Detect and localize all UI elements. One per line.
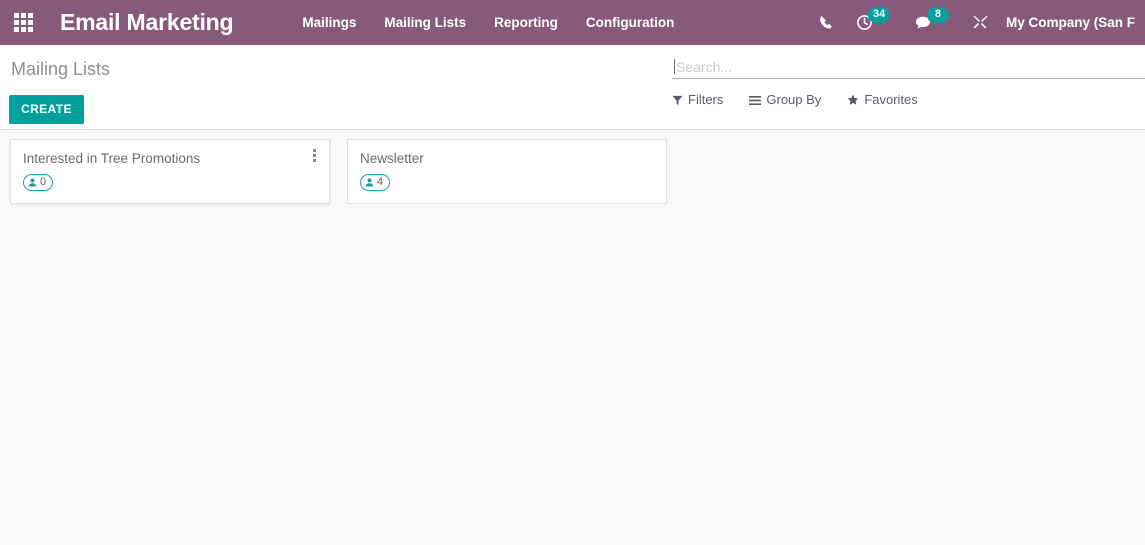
funnel-icon (672, 95, 683, 106)
search-area (672, 55, 1145, 79)
contact-count-badge[interactable]: 0 (23, 174, 54, 191)
main-menu: Mailings Mailing Lists Reporting Configu… (288, 0, 688, 45)
apps-launcher-button[interactable] (0, 0, 46, 45)
contact-count-value: 0 (40, 176, 47, 188)
app-brand-title: Email Marketing (60, 9, 234, 35)
menu-mailings[interactable]: Mailings (288, 0, 370, 45)
favorites-label: Favorites (864, 92, 918, 107)
kanban-view: Interested in Tree Promotions 0 Newslett… (0, 130, 1145, 545)
person-icon (365, 178, 374, 187)
text-cursor (674, 59, 675, 74)
phone-button[interactable] (808, 0, 845, 45)
menu-configuration[interactable]: Configuration (572, 0, 688, 45)
control-panel: Mailing Lists CREATE Filters Group By (0, 45, 1145, 130)
apps-grid-icon (13, 13, 33, 32)
crossed-tools-icon (973, 15, 988, 29)
person-icon (28, 178, 37, 187)
menu-mailing-lists[interactable]: Mailing Lists (370, 0, 480, 45)
favorites-button[interactable]: Favorites (847, 91, 918, 109)
create-button[interactable]: CREATE (9, 95, 84, 124)
kanban-column: Interested in Tree Promotions 0 Newslett… (0, 139, 1145, 204)
star-icon (847, 94, 859, 106)
menu-reporting[interactable]: Reporting (480, 0, 572, 45)
group-by-label: Group By (766, 92, 822, 107)
activities-count-badge: 34 (867, 7, 891, 23)
filters-button[interactable]: Filters (672, 91, 723, 109)
debug-tools-button[interactable] (961, 0, 1000, 45)
top-navbar: Email Marketing Mailings Mailing Lists R… (0, 0, 1145, 45)
card-title: Interested in Tree Promotions (23, 151, 201, 166)
kanban-card-mailing-list[interactable]: Interested in Tree Promotions 0 (10, 139, 330, 204)
phone-icon (820, 16, 832, 29)
contact-count-value: 4 (377, 176, 384, 188)
card-options-menu-button[interactable] (307, 145, 321, 165)
company-switcher[interactable]: My Company (San F (1000, 0, 1145, 45)
search-options-bar: Filters Group By Favorites (672, 91, 944, 109)
messages-button[interactable]: 8 (904, 0, 949, 45)
kanban-card-mailing-list[interactable]: Newsletter 4 (347, 139, 667, 204)
filters-label: Filters (688, 92, 724, 107)
breadcrumb: Mailing Lists (11, 59, 111, 79)
search-input[interactable] (672, 56, 1145, 77)
group-by-button[interactable]: Group By (749, 91, 821, 109)
activities-button[interactable]: 34 (845, 0, 891, 45)
card-title: Newsletter (360, 151, 424, 166)
systray: 34 8 My Company (San F (808, 0, 1145, 45)
search-field-wrapper[interactable] (672, 55, 1145, 79)
messages-count-badge: 8 (926, 7, 949, 23)
contact-count-badge[interactable]: 4 (360, 174, 391, 191)
list-lines-icon (749, 95, 762, 106)
